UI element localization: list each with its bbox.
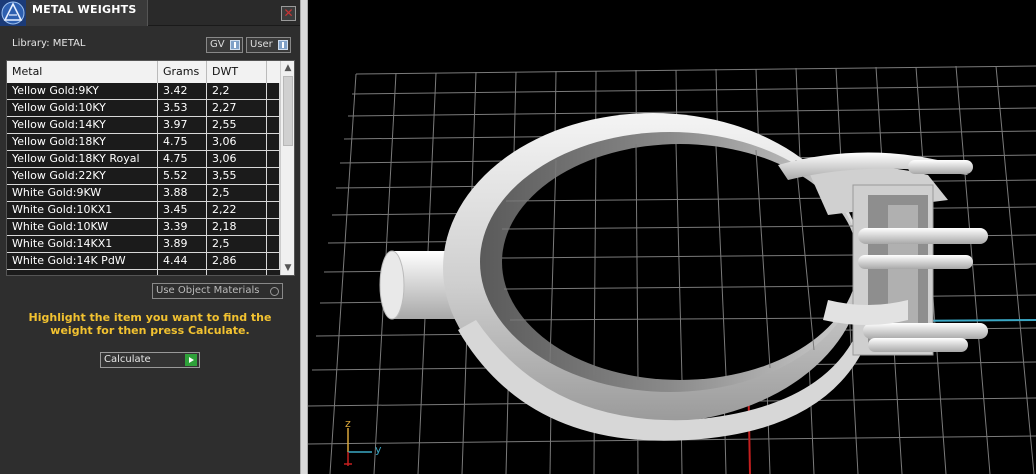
use-object-materials-toggle[interactable]: Use Object Materials (152, 283, 283, 299)
cell-spacer (267, 134, 280, 150)
cell-spacer (267, 117, 280, 133)
play-arrow-icon (185, 354, 197, 366)
cell-grams: 3.89 (158, 236, 207, 252)
cell-spacer (267, 185, 280, 201)
axis-z-label: z (345, 417, 351, 430)
panel-title: METAL WEIGHTS (32, 3, 137, 16)
metal-table: Metal Grams DWT Yellow Gold:9KY 3.42 2,2… (6, 60, 295, 276)
cell-dwt: 3,06 (207, 134, 267, 150)
calculate-button[interactable]: Calculate (100, 352, 200, 368)
table-row[interactable]: Yellow Gold:18KY Royal 4.75 3,06 (7, 151, 280, 168)
table-header: Metal Grams DWT (7, 61, 280, 83)
cell-metal: Yellow Gold:10KY (7, 100, 158, 116)
cell-metal: Yellow Gold:22KY (7, 168, 158, 184)
gv-label: GV (210, 39, 225, 50)
panel-splitter[interactable] (300, 0, 308, 474)
cell-grams: 3.42 (158, 83, 207, 99)
cell-dwt: 2,22 (207, 202, 267, 218)
cell-grams: 3.97 (158, 117, 207, 133)
scroll-thumb[interactable] (283, 76, 293, 146)
cell-spacer (267, 253, 280, 269)
cell-grams: 4.75 (158, 134, 207, 150)
axis-gizmo (344, 428, 372, 466)
table-row[interactable]: Yellow Gold:10KY 3.53 2,27 (7, 100, 280, 117)
gv-toggle-button[interactable]: GV (206, 37, 243, 53)
cell-spacer (267, 219, 280, 235)
cell-metal: White Gold:9KW (7, 185, 158, 201)
cell-metal: Yellow Gold:18KY Royal (7, 151, 158, 167)
panel-titlebar[interactable]: METAL WEIGHTS ✕ (0, 0, 300, 26)
close-button[interactable]: ✕ (281, 6, 296, 21)
table-row[interactable]: White Gold:9KW 3.88 2,5 (7, 185, 280, 202)
radio-icon (270, 287, 279, 296)
cell-metal (7, 270, 158, 275)
instructions-text: Highlight the item you want to find the … (28, 311, 272, 337)
table-row[interactable]: White Gold:14KX1 3.89 2,5 (7, 236, 280, 253)
table-scrollbar[interactable]: ▲ ▼ (280, 61, 294, 275)
cell-dwt: 2,86 (207, 253, 267, 269)
cell-dwt: 2,2 (207, 83, 267, 99)
3d-viewport[interactable]: z y (308, 0, 1036, 474)
viewport-scene: z y (308, 65, 1036, 474)
column-header-dwt[interactable]: DWT (207, 61, 267, 83)
axis-y-label: y (375, 443, 382, 456)
table-row-partial[interactable] (7, 270, 280, 275)
cell-spacer (267, 168, 280, 184)
cell-metal: White Gold:14K PdW (7, 253, 158, 269)
cell-dwt: 2,18 (207, 219, 267, 235)
cell-dwt: 2,5 (207, 185, 267, 201)
cell-metal: Yellow Gold:18KY (7, 134, 158, 150)
cell-grams: 3.53 (158, 100, 207, 116)
column-header-grams[interactable]: Grams (158, 61, 207, 83)
library-label: Library: METAL (12, 38, 86, 49)
cell-metal: Yellow Gold:9KY (7, 83, 158, 99)
cell-spacer (267, 100, 280, 116)
scroll-down-arrow-icon[interactable]: ▼ (281, 261, 294, 275)
calculate-label: Calculate (104, 354, 151, 365)
table-row[interactable]: Yellow Gold:14KY 3.97 2,55 (7, 117, 280, 134)
table-row[interactable]: White Gold:10KW 3.39 2,18 (7, 219, 280, 236)
cell-metal: White Gold:14KX1 (7, 236, 158, 252)
use-object-materials-label: Use Object Materials (156, 285, 260, 296)
column-header-metal[interactable]: Metal (7, 61, 158, 83)
cell-grams: 3.88 (158, 185, 207, 201)
table-row[interactable]: White Gold:14K PdW 4.44 2,86 (7, 253, 280, 270)
cell-spacer (267, 83, 280, 99)
cell-dwt: 2,5 (207, 236, 267, 252)
info-icon (278, 40, 288, 50)
cell-grams: 3.45 (158, 202, 207, 218)
cell-grams: 5.52 (158, 168, 207, 184)
column-header-spacer (267, 61, 280, 83)
user-label: User (250, 39, 273, 50)
table-row[interactable]: White Gold:10KX1 3.45 2,22 (7, 202, 280, 219)
cell-dwt: 2,55 (207, 117, 267, 133)
cell-dwt (207, 270, 267, 275)
cell-grams: 3.39 (158, 219, 207, 235)
app-logo-icon (0, 0, 26, 26)
table-row[interactable]: Yellow Gold:9KY 3.42 2,2 (7, 83, 280, 100)
cell-dwt: 3,55 (207, 168, 267, 184)
cell-dwt: 2,27 (207, 100, 267, 116)
cell-dwt: 3,06 (207, 151, 267, 167)
cell-spacer (267, 151, 280, 167)
user-toggle-button[interactable]: User (246, 37, 291, 53)
table-row[interactable]: Yellow Gold:18KY 4.75 3,06 (7, 134, 280, 151)
metal-weights-panel: METAL WEIGHTS ✕ Library: METAL GV User M… (0, 0, 300, 474)
cell-metal: White Gold:10KW (7, 219, 158, 235)
cell-spacer (267, 202, 280, 218)
cell-spacer (267, 236, 280, 252)
info-icon (230, 40, 240, 50)
cell-grams: 4.75 (158, 151, 207, 167)
cell-grams (158, 270, 207, 275)
scroll-up-arrow-icon[interactable]: ▲ (281, 61, 294, 75)
cell-metal: White Gold:10KX1 (7, 202, 158, 218)
cell-grams: 4.44 (158, 253, 207, 269)
table-row[interactable]: Yellow Gold:22KY 5.52 3,55 (7, 168, 280, 185)
cell-metal: Yellow Gold:14KY (7, 117, 158, 133)
